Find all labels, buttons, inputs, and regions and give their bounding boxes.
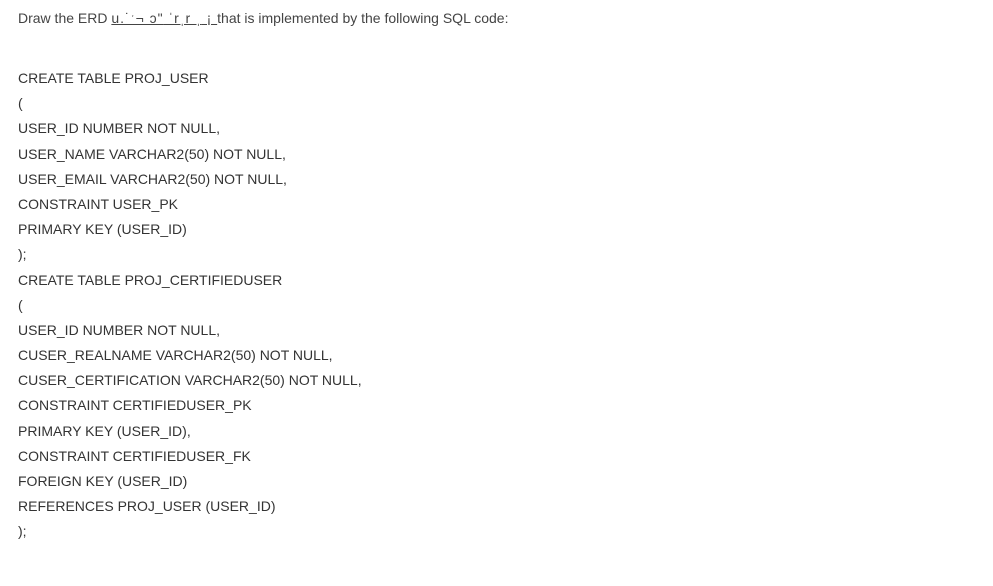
question-garbled-3: ¡ (202, 10, 217, 26)
code-line: PRIMARY KEY (USER_ID) (18, 217, 975, 242)
question-text-part1: Draw the ERD (18, 10, 111, 26)
question-garbled-1: u.˙ˑ¬ ɔ" (111, 10, 163, 26)
code-line: PRIMARY KEY (USER_ID), (18, 419, 975, 444)
code-line: USER_EMAIL VARCHAR2(50) NOT NULL, (18, 167, 975, 192)
sql-code-block: CREATE TABLE PROJ_USER ( USER_ID NUMBER … (18, 66, 975, 545)
code-line: CONSTRAINT CERTIFIEDUSER_FK (18, 444, 975, 469)
code-line: ); (18, 519, 975, 544)
code-line: CONSTRAINT USER_PK (18, 192, 975, 217)
code-line: USER_ID NUMBER NOT NULL, (18, 318, 975, 343)
code-line: REFERENCES PROJ_USER (USER_ID) (18, 494, 975, 519)
code-line: CUSER_CERTIFICATION VARCHAR2(50) NOT NUL… (18, 368, 975, 393)
code-line: ( (18, 293, 975, 318)
code-line: CONSTRAINT CERTIFIEDUSER_PK (18, 393, 975, 418)
code-line: FOREIGN KEY (USER_ID) (18, 469, 975, 494)
code-line: CREATE TABLE PROJ_USER (18, 66, 975, 91)
code-line: USER_NAME VARCHAR2(50) NOT NULL, (18, 142, 975, 167)
code-line: CREATE TABLE PROJ_CERTIFIEDUSER (18, 268, 975, 293)
question-text-part2: that is implemented by the following SQL… (217, 10, 508, 26)
code-line: ( (18, 91, 975, 116)
code-line: CUSER_REALNAME VARCHAR2(50) NOT NULL, (18, 343, 975, 368)
code-line: ); (18, 242, 975, 267)
question-garbled-2: ˈrˌr ˌ (164, 10, 202, 26)
question-prompt: Draw the ERD u.˙ˑ¬ ɔ" ˈrˌr ˌ ¡ that is i… (18, 10, 975, 26)
code-line: USER_ID NUMBER NOT NULL, (18, 116, 975, 141)
